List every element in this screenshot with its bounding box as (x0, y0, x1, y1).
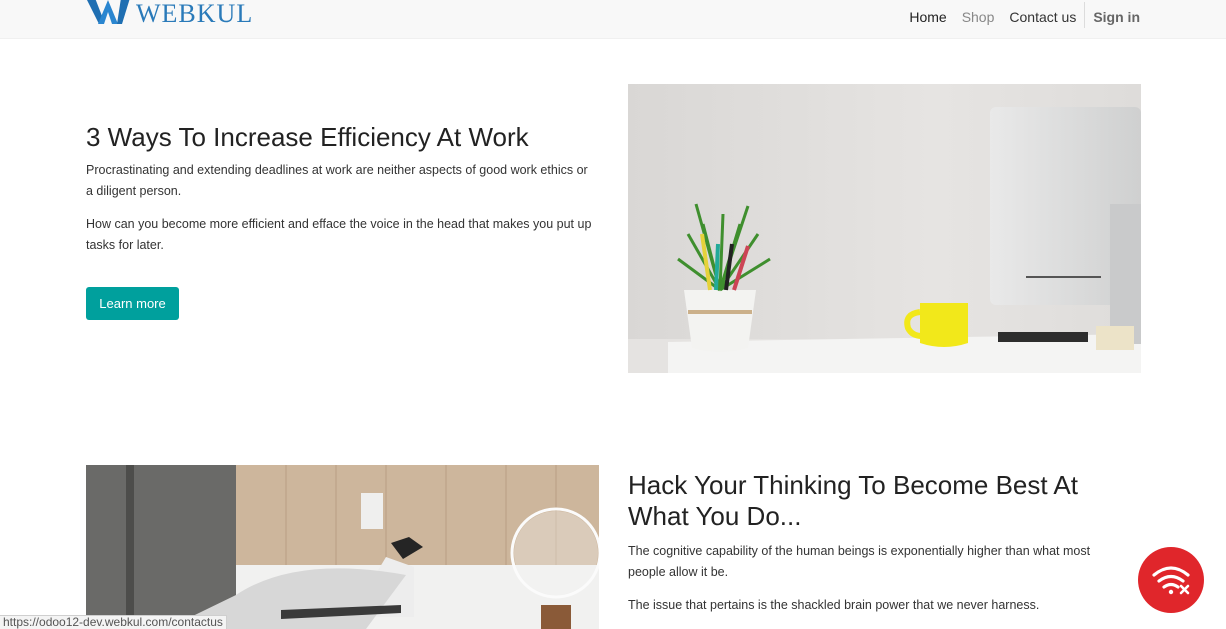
learn-more-button[interactable]: Learn more (86, 287, 179, 320)
brand-logo[interactable]: WEBKUL (86, 0, 253, 28)
brand-name: WEBKUL (136, 0, 254, 28)
section1-paragraph-2: How can you become more efficient and ef… (86, 217, 592, 252)
section2-title: Hack Your Thinking To Become Best At Wha… (628, 470, 1078, 531)
nav-contact-link[interactable]: Contact us (1009, 9, 1076, 25)
section2-content: Hack Your Thinking To Become Best At Wha… (628, 470, 1128, 628)
section1-content: 3 Ways To Increase Efficiency At Work Pr… (86, 122, 596, 268)
nav-home-link[interactable]: Home (909, 9, 946, 25)
section2-paragraph-1: The cognitive capability of the human be… (628, 544, 1091, 579)
desk-plant-image (628, 84, 1141, 373)
nav-divider (1084, 2, 1086, 28)
top-navbar: WEBKUL Home Shop Contact us Sign in (0, 0, 1226, 39)
section2-paragraph-2: The issue that pertains is the shackled … (628, 598, 1040, 612)
connectivity-fab-button[interactable] (1138, 547, 1204, 613)
webkul-logo-icon (87, 0, 130, 24)
section1-title: 3 Ways To Increase Efficiency At Work (86, 122, 529, 152)
link-status-bar: https://odoo12-dev.webkul.com/contactus (0, 615, 227, 629)
section1-paragraph-1: Procrastinating and extending deadlines … (86, 163, 588, 198)
laptop-lamp-image (86, 465, 599, 629)
main-nav: Home Shop Contact us Sign in (894, 2, 1140, 28)
nav-shop-link[interactable]: Shop (962, 9, 995, 25)
nav-signin-link[interactable]: Sign in (1093, 9, 1140, 25)
wifi-off-icon (1152, 566, 1190, 595)
